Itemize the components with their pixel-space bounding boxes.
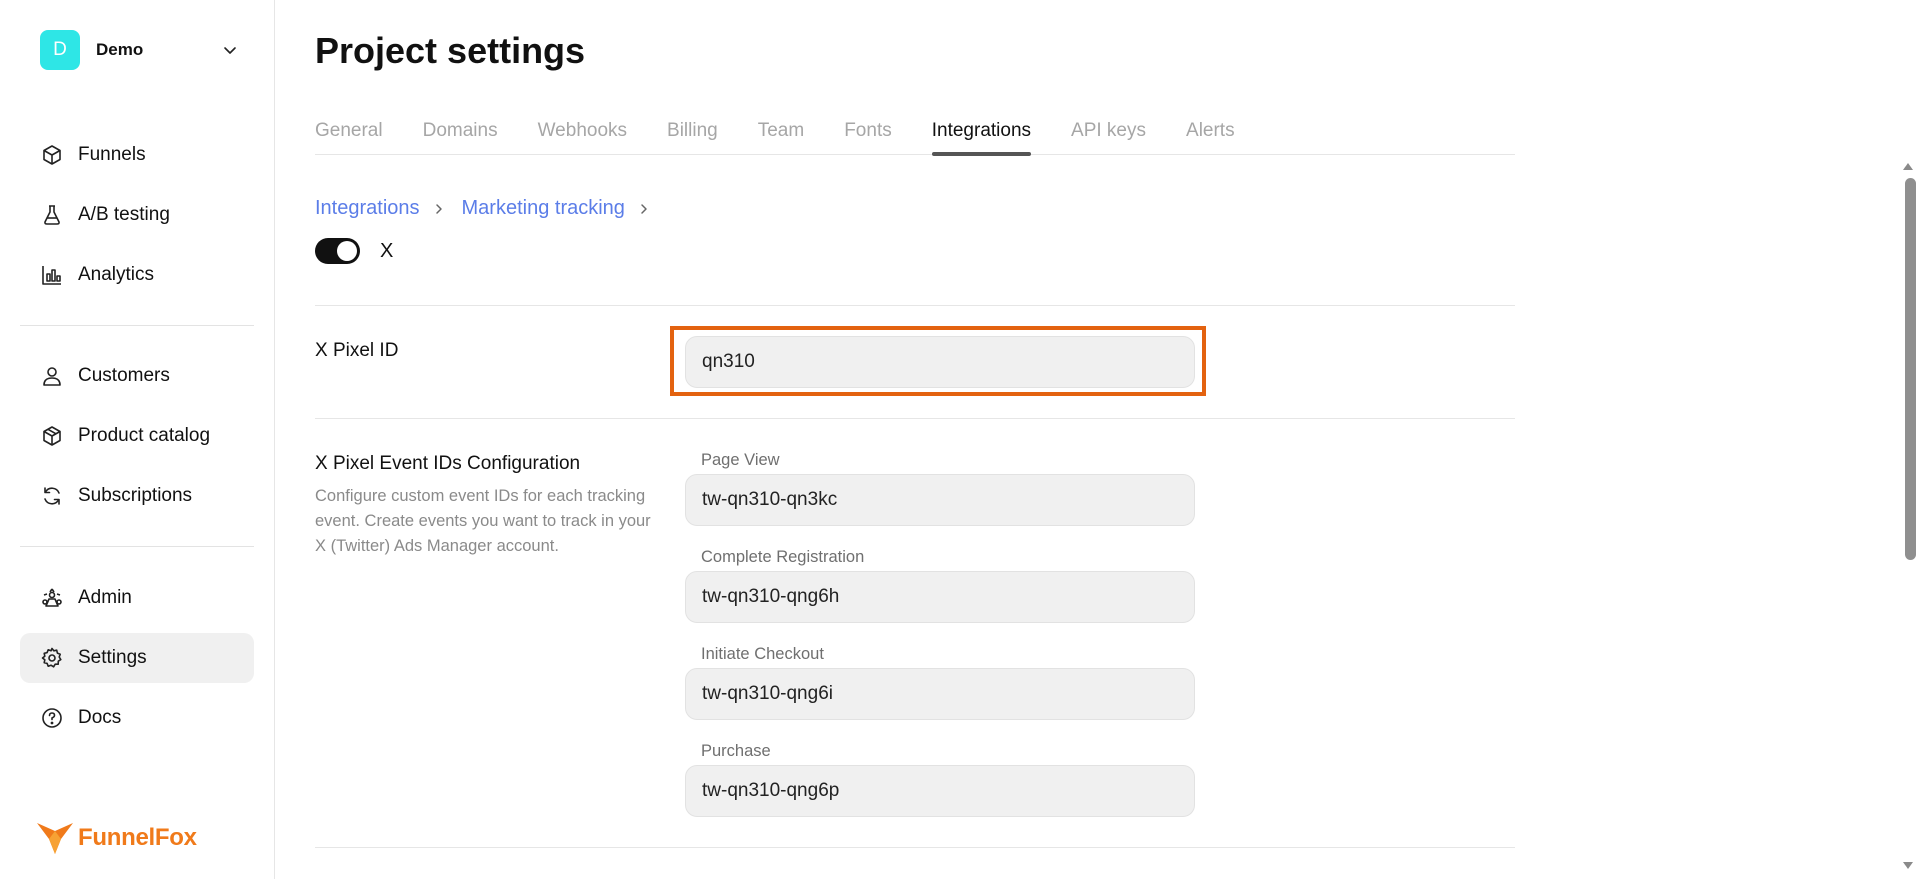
section-divider [315,847,1515,848]
scroll-down-arrow-icon[interactable] [1901,860,1915,872]
sidebar-item-subscriptions[interactable]: Subscriptions [20,471,254,521]
initiate-checkout-input[interactable]: tw-qn310-qng6i [685,668,1195,720]
pixel-id-input[interactable]: qn310 [685,336,1195,388]
sidebar-item-label: Settings [78,647,147,668]
scroll-up-arrow-icon[interactable] [1901,160,1915,172]
event-config-description: Configure custom event IDs for each trac… [315,487,651,555]
sidebar-item-customers[interactable]: Customers [20,351,254,401]
package-icon [43,426,61,446]
settings-tabs: General Domains Webhooks Billing Team Fo… [315,114,1515,156]
tab-general[interactable]: General [315,114,383,155]
tab-integrations[interactable]: Integrations [931,114,1032,156]
flask-icon [44,205,60,225]
sidebar-item-label: Subscriptions [78,485,193,506]
fox-logo-icon [37,823,73,854]
workspace-name: Demo [96,40,144,59]
sidebar-item-label: Analytics [78,264,155,285]
sidebar-item-label: Customers [78,365,170,386]
brand-logo: FunnelFox [36,820,197,856]
scrollbar-thumb[interactable] [1905,178,1916,560]
tab-team[interactable]: Team [758,114,804,155]
chevron-right-icon [435,203,442,214]
tab-fonts[interactable]: Fonts [844,114,892,155]
nav-group-commerce: Customers Product catalog Subscriptions [20,351,254,531]
purchase-input[interactable]: tw-qn310-qng6p [685,765,1195,817]
tab-api-keys[interactable]: API keys [1071,114,1146,155]
gear-icon [41,647,62,668]
section-divider [315,305,1515,306]
tab-billing[interactable]: Billing [667,114,718,155]
sidebar-item-label: Funnels [78,144,146,165]
toggle-knob [337,241,357,261]
initiate-checkout-label: Initiate Checkout [701,645,824,663]
chevron-right-icon [641,203,647,214]
bar-chart-icon [42,266,61,285]
integration-toggle-row: X [315,238,393,264]
help-circle-icon [42,708,62,728]
sidebar-item-docs[interactable]: Docs [20,693,254,743]
sidebar-item-settings[interactable]: Settings [20,633,254,683]
section-divider [315,418,1515,419]
purchase-label: Purchase [701,742,771,760]
complete-registration-input[interactable]: tw-qn310-qng6h [685,571,1195,623]
tab-webhooks[interactable]: Webhooks [538,114,627,155]
admin-icon [42,588,62,607]
sidebar-item-label: Product catalog [78,425,211,446]
sidebar-item-label: Docs [78,707,122,728]
sidebar-item-ab-testing[interactable]: A/B testing [20,190,254,240]
integration-enabled-toggle[interactable] [315,238,360,264]
sidebar: D Demo Funnels A/B testing Analytics Cus… [0,0,275,879]
pixel-id-title: X Pixel ID [315,340,399,361]
workspace-switcher[interactable]: D Demo [40,30,240,70]
integration-name: X [380,239,394,262]
sidebar-item-admin[interactable]: Admin [20,573,254,623]
sidebar-item-label: A/B testing [78,204,170,225]
breadcrumb-marketing-tracking[interactable]: Marketing tracking [462,197,625,220]
breadcrumb-integrations[interactable]: Integrations [315,197,420,220]
page-title: Project settings [315,30,586,71]
page-view-input[interactable]: tw-qn310-qn3kc [685,474,1195,526]
complete-registration-label: Complete Registration [701,548,865,566]
chevron-down-icon [224,47,236,54]
breadcrumb: Integrations Marketing tracking [315,197,649,220]
sidebar-item-label: Admin [78,587,132,608]
brand-name: FunnelFox [78,824,197,851]
workspace-avatar: D [40,30,80,70]
cube-icon [43,145,61,165]
user-icon [43,367,61,386]
tab-alerts[interactable]: Alerts [1186,114,1235,155]
nav-divider [20,325,254,326]
page-view-label: Page View [701,451,780,469]
sidebar-item-analytics[interactable]: Analytics [20,250,254,300]
refresh-icon [44,487,60,505]
nav-divider [20,546,254,547]
event-config-title: X Pixel Event IDs Configuration [315,453,581,474]
nav-group-system: Admin Settings Docs [20,573,254,753]
sidebar-item-product-catalog[interactable]: Product catalog [20,411,254,461]
nav-group-main: Funnels A/B testing Analytics [20,130,254,310]
tab-domains[interactable]: Domains [423,114,498,155]
sidebar-item-funnels[interactable]: Funnels [20,130,254,180]
